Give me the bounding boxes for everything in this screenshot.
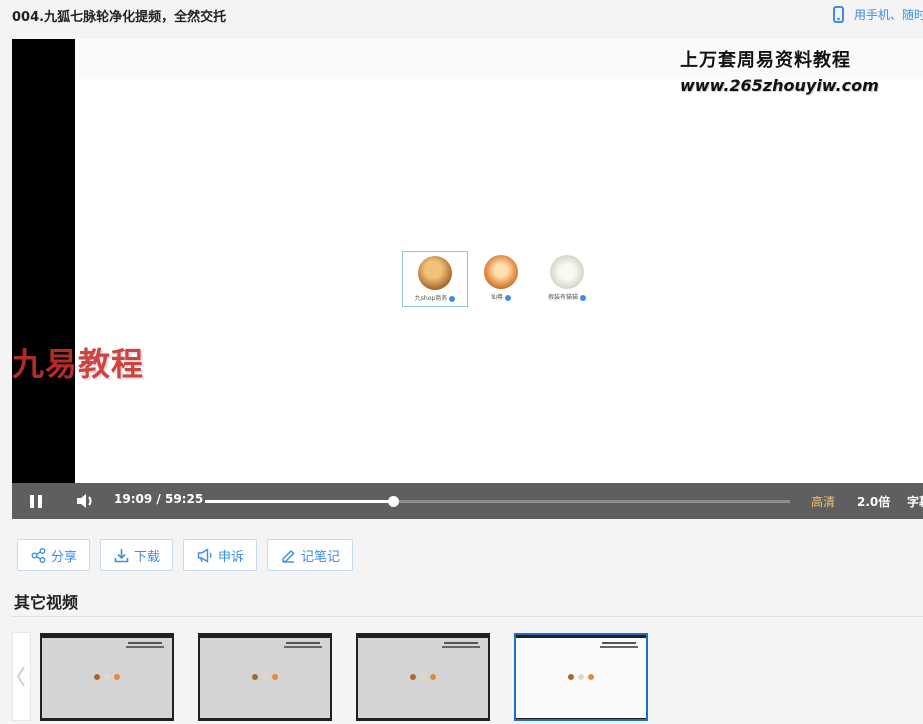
avatar bbox=[418, 256, 452, 290]
video-thumbnail[interactable] bbox=[40, 633, 174, 721]
avatar-name: 仙尊 bbox=[490, 294, 503, 301]
current-time: 19:09 bbox=[114, 492, 153, 506]
verified-icon bbox=[580, 294, 586, 301]
video-thumbnail[interactable] bbox=[198, 633, 332, 721]
video-thumbnail[interactable] bbox=[356, 633, 490, 721]
watermark-url: www.265zhouyiw.com bbox=[680, 76, 879, 95]
other-videos-heading: 其它视频 bbox=[14, 593, 79, 612]
action-bar: 分享 下载 申诉 记笔记 bbox=[17, 539, 363, 571]
avatar bbox=[484, 255, 518, 289]
video-frame[interactable]: 上万套周易资料教程 www.265zhouyiw.com 九shop商务 仙尊 … bbox=[75, 39, 923, 483]
top-bar: 004.九狐七脉轮净化提频，全然交托 用手机、随时 bbox=[0, 0, 923, 34]
video-player[interactable]: 上万套周易资料教程 www.265zhouyiw.com 九shop商务 仙尊 … bbox=[12, 39, 923, 519]
share-button[interactable]: 分享 bbox=[17, 539, 91, 571]
presenter-avatar: 九shop商务 bbox=[402, 251, 468, 307]
player-controls: 19:09 / 59:25 高清 2.0倍 字幕 bbox=[12, 483, 923, 519]
phone-icon bbox=[833, 6, 844, 23]
megaphone-icon bbox=[197, 547, 212, 563]
presenter-avatar: 仙尊 bbox=[468, 251, 534, 307]
video-letterbox bbox=[12, 39, 75, 483]
share-label: 分享 bbox=[51, 549, 78, 565]
pause-icon bbox=[30, 495, 34, 508]
volume-icon[interactable] bbox=[75, 492, 95, 510]
avatar-name: 九shop商务 bbox=[414, 295, 448, 302]
video-title: 004.九狐七脉轮净化提频，全然交托 bbox=[12, 10, 227, 25]
progress-fill bbox=[205, 500, 394, 503]
pencil-icon bbox=[282, 549, 295, 563]
share-icon bbox=[31, 547, 46, 563]
mobile-watch-link[interactable]: 用手机、随时 bbox=[833, 6, 923, 23]
speed-button[interactable]: 2.0倍 bbox=[857, 493, 890, 510]
progress-handle[interactable] bbox=[388, 496, 400, 507]
appeal-label: 申诉 bbox=[218, 549, 245, 565]
avatar-name: 假装有猫猫 bbox=[547, 294, 578, 301]
download-label: 下载 bbox=[134, 549, 161, 565]
verified-icon bbox=[449, 295, 456, 302]
presenter-avatar: 假装有猫猫 bbox=[534, 251, 600, 307]
verified-icon bbox=[505, 294, 511, 301]
carousel-prev-button[interactable] bbox=[12, 632, 31, 721]
pause-button[interactable] bbox=[30, 495, 42, 508]
subtitle-button[interactable]: 字幕 bbox=[907, 493, 923, 510]
total-time: 59:25 bbox=[164, 492, 204, 506]
take-notes-button[interactable]: 记笔记 bbox=[267, 539, 354, 571]
progress-bar[interactable] bbox=[205, 496, 790, 507]
download-icon bbox=[114, 548, 129, 562]
mobile-watch-label: 用手机、随时 bbox=[854, 8, 923, 22]
appeal-button[interactable]: 申诉 bbox=[183, 539, 258, 571]
time-display: 19:09 / 59:25 bbox=[114, 492, 204, 506]
chevron-left-icon bbox=[17, 666, 25, 687]
video-thumbnail-active[interactable] bbox=[514, 633, 648, 721]
quality-button[interactable]: 高清 bbox=[811, 493, 835, 510]
avatar bbox=[550, 255, 584, 289]
download-button[interactable]: 下载 bbox=[100, 539, 174, 571]
divider bbox=[12, 616, 923, 617]
watermark-title: 上万套周易资料教程 bbox=[680, 50, 851, 71]
take-notes-label: 记笔记 bbox=[301, 549, 341, 565]
watermark-logo: 九易教程 bbox=[12, 345, 145, 383]
